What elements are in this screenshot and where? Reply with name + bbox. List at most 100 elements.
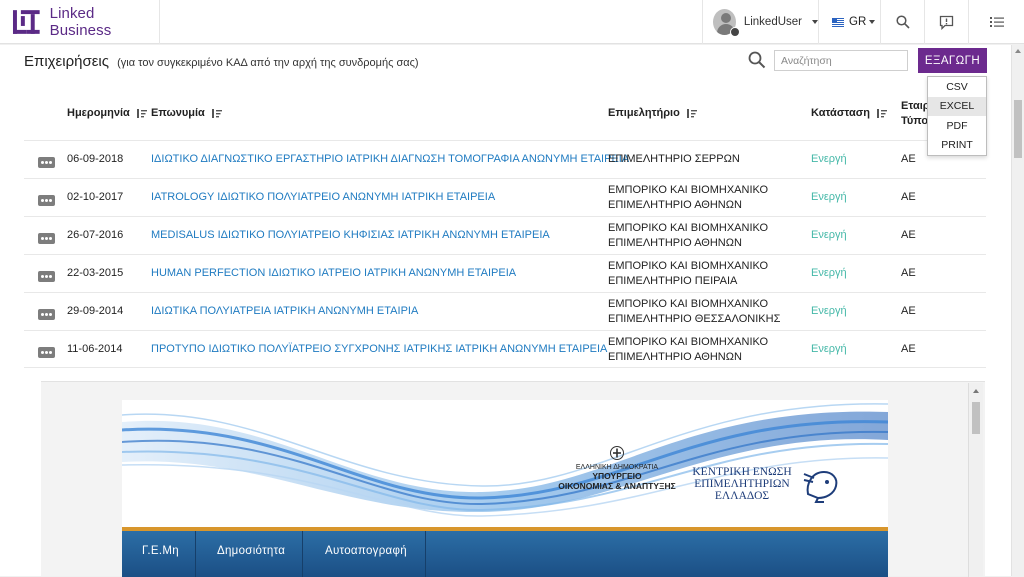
column-header-name[interactable]: Επωνυμία xyxy=(151,107,222,120)
page-title: Επιχειρήσεις (για τον συγκεκριμένο ΚΑΔ α… xyxy=(24,53,419,70)
column-label: Εταιρ xyxy=(901,100,930,112)
column-label: Επιμελητήριο xyxy=(608,107,680,119)
brand[interactable]: Linked Business xyxy=(0,0,160,44)
row-icon-cell xyxy=(38,293,55,330)
chamber-line: ΕΜΠΟΡΙΚΟ ΚΑΙ ΒΙΟΜΗΧΑΝΙΚΟ xyxy=(608,335,769,348)
wave-banner-graphic xyxy=(122,400,888,530)
export-option-excel[interactable]: EXCEL xyxy=(928,96,986,116)
export-dropdown: CSV EXCEL PDF PRINT xyxy=(927,76,987,156)
feedback-icon xyxy=(939,15,954,30)
user-name: LinkedUser xyxy=(743,16,802,28)
column-label: Κατάσταση xyxy=(811,107,870,119)
nav-self-registration[interactable]: Αυτοαπογραφή xyxy=(325,545,407,557)
page-subtitle: (για τον συγκεκριμένο ΚΑΔ από την αρχή τ… xyxy=(117,57,419,69)
column-label: Ημερομηνία xyxy=(67,107,130,119)
table-row[interactable]: 06-09-2018 ΙΔΙΩΤΙΚΟ ΔΙΑΓΝΩΣΤΙΚΟ ΕΡΓΑΣΤΗΡ… xyxy=(24,140,986,178)
company-link[interactable]: HUMAN PERFECTION ΙΔΙΩΤΙΚΟ ΙΑΤΡΕΙΟ ΙΑΤΡΙΚ… xyxy=(151,255,516,292)
row-status: Ενεργή xyxy=(811,343,847,355)
chamber-line: ΕΜΠΟΡΙΚΟ ΚΑΙ ΒΙΟΜΗΧΑΝΙΚΟ xyxy=(608,297,769,310)
nav-gemi[interactable]: Γ.Ε.Μη xyxy=(142,545,179,557)
comment-icon[interactable] xyxy=(38,195,55,206)
company-link[interactable]: MEDISALUS ΙΔΙΩΤΙΚΟ ΠΟΛΥΙΑΤΡΕΙΟ ΚΗΦΙΣΙΑΣ … xyxy=(151,217,550,254)
chamber-line: ΕΠΙΜΕΛΗΤΗΡΙΟ ΘΕΣΣΑΛΟΝΙΚΗΣ xyxy=(608,312,781,325)
row-type: ΑΕ xyxy=(901,229,916,241)
comment-icon[interactable] xyxy=(38,347,55,358)
nav-divider xyxy=(195,531,196,577)
greek-emblem-icon xyxy=(610,446,624,460)
page-scrollbar[interactable] xyxy=(1011,45,1024,576)
search-icon xyxy=(895,15,910,29)
scroll-up-arrow-icon[interactable] xyxy=(1015,49,1021,53)
row-icon-cell xyxy=(38,255,55,292)
row-icon-cell xyxy=(38,179,55,216)
nav-publicity[interactable]: Δημοσιότητα xyxy=(217,545,285,557)
row-chamber: ΕΜΠΟΡΙΚΟ ΚΑΙ ΒΙΟΜΗΧΑΝΙΚΟ ΕΠΙΜΕΛΗΤΗΡΙΟ ΠΕΙ… xyxy=(608,255,798,292)
chevron-down-icon xyxy=(869,20,876,24)
row-type: ΑΕ xyxy=(901,305,916,317)
user-menu[interactable]: LinkedUser xyxy=(702,0,818,44)
scrollbar-thumb[interactable] xyxy=(1014,100,1022,158)
row-icon-cell xyxy=(38,217,55,254)
embedded-site-frame[interactable]: ΕΛΛΗΝΙΚΗ ΔΗΜΟΚΡΑΤΙΑ ΥΠΟΥΡΓΕΙΟ ΟΙΚΟΝΟΜΙΑΣ… xyxy=(41,381,985,577)
feedback-button[interactable] xyxy=(924,0,968,44)
chamber-line: ΕΜΠΟΡΙΚΟ ΚΑΙ ΒΙΟΜΗΧΑΝΙΚΟ xyxy=(608,221,769,234)
kee-line: ΚΕΝΤΡΙΚΗ ΕΝΩΣΗ xyxy=(692,466,792,478)
row-chamber: ΕΜΠΟΡΙΚΟ ΚΑΙ ΒΙΟΜΗΧΑΝΙΚΟ ΕΠΙΜΕΛΗΤΗΡΙΟ ΑΘΗ… xyxy=(608,217,798,254)
sort-icon xyxy=(136,109,147,118)
company-link[interactable]: ΙΔΙΩΤΙΚΑ ΠΟΛΥΙΑΤΡΕΙΑ ΙΑΤΡΙΚΗ ΑΝΩΝΥΜΗ ΕΤΑ… xyxy=(151,293,418,330)
row-chamber: ΕΜΠΟΡΙΚΟ ΚΑΙ ΒΙΟΜΗΧΑΝΙΚΟ ΕΠΙΜΕΛΗΤΗΡΙΟ ΑΘΗ… xyxy=(608,331,798,368)
greek-flag-icon xyxy=(832,17,844,27)
ministry-line: ΟΙΚΟΝΟΜΙΑΣ & ΑΝΑΠΤΥΞΗΣ xyxy=(558,481,676,491)
header-search-button[interactable] xyxy=(880,0,924,44)
comment-icon[interactable] xyxy=(38,309,55,320)
company-link[interactable]: ΙΔΙΩΤΙΚΟ ΔΙΑΓΝΩΣΤΙΚΟ ΕΡΓΑΣΤΗΡΙΟ ΙΑΤΡΙΚΗ … xyxy=(151,141,629,178)
table-row[interactable]: 26-07-2016 MEDISALUS ΙΔΙΩΤΙΚΟ ΠΟΛΥΙΑΤΡΕΙ… xyxy=(24,216,986,254)
chamber-line: ΕΜΠΟΡΙΚΟ ΚΑΙ ΒΙΟΜΗΧΑΝΙΚΟ xyxy=(608,259,769,272)
chamber-line: ΕΠΙΜΕΛΗΤΗΡΙΟ ΣΕΡΡΩΝ xyxy=(608,153,740,165)
export-option-csv[interactable]: CSV xyxy=(928,77,986,97)
chamber-line: ΕΠΙΜΕΛΗΤΗΡΙΟ ΑΘΗΝΩΝ xyxy=(608,236,742,249)
row-chamber: ΕΠΙΜΕΛΗΤΗΡΙΟ ΣΕΡΡΩΝ xyxy=(608,141,798,178)
column-header-status[interactable]: Κατάσταση xyxy=(811,107,887,120)
search-input[interactable] xyxy=(774,50,908,71)
export-button[interactable]: ΕΞΑΓΩΓΗ xyxy=(918,48,987,73)
scrollbar-thumb[interactable] xyxy=(972,402,980,434)
page-title-text: Επιχειρήσεις xyxy=(24,53,109,70)
comment-icon[interactable] xyxy=(38,271,55,282)
row-type: ΑΕ xyxy=(901,267,916,279)
table-row[interactable]: 22-03-2015 HUMAN PERFECTION ΙΔΙΩΤΙΚΟ ΙΑΤ… xyxy=(24,254,986,292)
menu-button[interactable] xyxy=(968,0,1024,44)
ministry-logo: ΕΛΛΗΝΙΚΗ ΔΗΜΟΚΡΑΤΙΑ ΥΠΟΥΡΓΕΙΟ ΟΙΚΟΝΟΜΙΑΣ… xyxy=(552,463,682,492)
kee-line: ΕΠΙΜΕΛΗΤΗΡΙΩΝ xyxy=(694,478,790,490)
brand-name: Linked Business xyxy=(49,5,112,39)
row-status: Ενεργή xyxy=(811,153,847,165)
export-option-print[interactable]: PRINT xyxy=(928,136,986,156)
embedded-scrollbar[interactable] xyxy=(968,383,983,577)
chamber-line: ΕΠΙΜΕΛΗΤΗΡΙΟ ΑΘΗΝΩΝ xyxy=(608,198,742,211)
table-row[interactable]: 02-10-2017 IATROLOGY ΙΔΙΩΤΙΚΟ ΠΟΛΥΙΑΤΡΕΙ… xyxy=(24,178,986,216)
row-status: Ενεργή xyxy=(811,229,847,241)
search-icon[interactable] xyxy=(748,51,766,69)
column-header-chamber[interactable]: Επιμελητήριο xyxy=(608,107,697,120)
user-status-badge xyxy=(730,27,740,37)
comment-icon[interactable] xyxy=(38,233,55,244)
table-row[interactable]: 11-06-2014 ΠΡΟΤΥΠΟ ΙΔΙΩΤΙΚΟ ΠΟΛΥΪΑΤΡΕΙΟ … xyxy=(24,330,986,368)
embedded-site-banner: ΕΛΛΗΝΙΚΗ ΔΗΜΟΚΡΑΤΙΑ ΥΠΟΥΡΓΕΙΟ ΟΙΚΟΝΟΜΙΑΣ… xyxy=(122,400,888,577)
nav-divider xyxy=(302,531,303,577)
table-row[interactable]: 29-09-2014 ΙΔΙΩΤΙΚΑ ΠΟΛΥΙΑΤΡΕΙΑ ΙΑΤΡΙΚΗ … xyxy=(24,292,986,330)
main-panel: Επιχειρήσεις (για τον συγκεκριμένο ΚΑΔ α… xyxy=(0,45,1011,577)
scroll-up-arrow-icon[interactable] xyxy=(973,389,979,393)
embedded-nav-bar: Γ.Ε.Μη Δημοσιότητα Αυτοαπογραφή xyxy=(122,527,888,577)
comment-icon[interactable] xyxy=(38,157,55,168)
lb-logo-icon xyxy=(12,10,40,34)
company-link[interactable]: IATROLOGY ΙΔΙΩΤΙΚΟ ΠΟΛΥΙΑΤΡΕΙΟ ΑΝΩΝΥΜΗ Ι… xyxy=(151,179,495,216)
column-header-date[interactable]: Ημερομηνία xyxy=(67,107,147,120)
menu-list-icon xyxy=(989,17,1004,27)
row-date: 06-09-2018 xyxy=(67,153,124,165)
company-link[interactable]: ΠΡΟΤΥΠΟ ΙΔΙΩΤΙΚΟ ΠΟΛΥΪΑΤΡΕΙΟ ΣΥΓΧΡΟΝΗΣ Ι… xyxy=(151,331,607,368)
column-label: Επωνυμία xyxy=(151,107,205,119)
export-option-pdf[interactable]: PDF xyxy=(928,116,986,136)
chamber-line: ΕΜΠΟΡΙΚΟ ΚΑΙ ΒΙΟΜΗΧΑΝΙΚΟ xyxy=(608,183,769,196)
kee-logo: ΚΕΝΤΡΙΚΗ ΕΝΩΣΗ ΕΠΙΜΕΛΗΤΗΡΙΩΝ ΕΛΛΑΔΟΣ xyxy=(692,466,792,502)
language-selector[interactable]: GR xyxy=(818,0,880,44)
